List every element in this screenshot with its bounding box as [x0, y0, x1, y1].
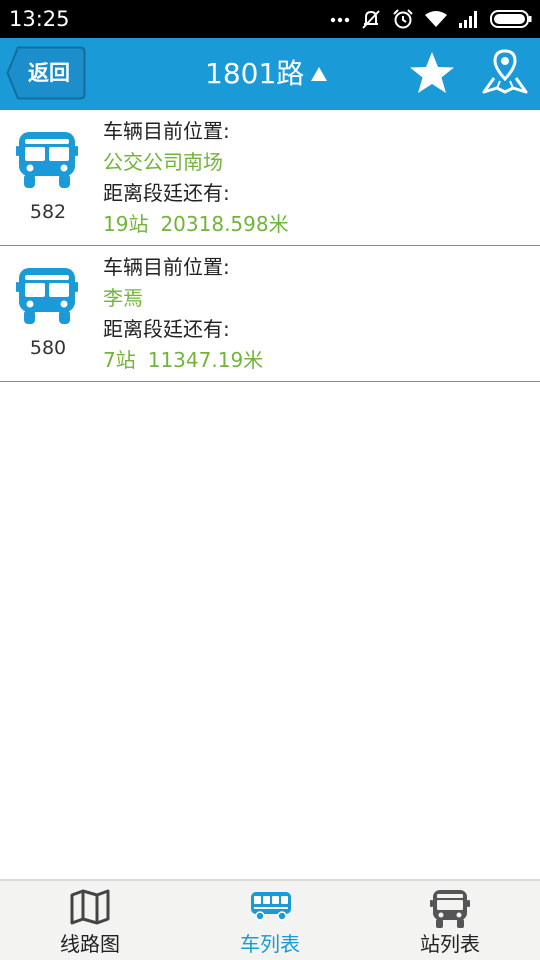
bus-list-item[interactable]: 580 车辆目前位置: 李焉 距离段廷还有: 7站 11347.19米 — [0, 246, 540, 382]
tab-label: 车列表 — [240, 932, 300, 956]
back-button[interactable]: 返回 — [6, 46, 86, 100]
distance-remaining: 11347.19米 — [147, 348, 264, 372]
map-view-button[interactable] — [481, 48, 529, 98]
location-label: 车辆目前位置: — [103, 119, 230, 143]
bus-list: 582 车辆目前位置: 公交公司南场 距离段廷还有: 19站 20318.598米 — [0, 110, 540, 382]
stops-remaining: 19站 — [103, 212, 149, 236]
tab-label: 站列表 — [420, 932, 480, 956]
bus-front-icon — [430, 890, 470, 928]
signal-icon — [459, 11, 477, 28]
bus-info: 车辆目前位置: 李焉 距离段廷还有: 7站 11347.19米 — [103, 252, 263, 376]
mute-icon — [362, 10, 380, 29]
status-icons — [330, 6, 532, 32]
app-screen: 13:25 返回 1801路 582 车辆目前位置: 公交公司南场 距离段廷还有… — [0, 0, 540, 960]
battery-icon — [490, 10, 532, 28]
wifi-icon — [425, 11, 447, 27]
tab-station-list[interactable]: 站列表 — [360, 881, 540, 960]
current-location: 李焉 — [103, 286, 143, 310]
bus-number: 580 — [29, 337, 67, 359]
stops-remaining: 7站 — [103, 348, 136, 372]
route-title[interactable]: 1801路 — [205, 56, 328, 92]
bus-front-icon — [16, 132, 78, 188]
star-icon — [410, 52, 454, 93]
bus-number: 582 — [29, 201, 67, 223]
map-pin-icon — [482, 49, 528, 94]
map-icon — [70, 889, 110, 925]
route-title-text: 1801路 — [205, 57, 305, 90]
distance-info: 7站 11347.19米 — [103, 345, 263, 376]
bus-side-icon — [251, 892, 291, 921]
triangle-up-icon — [311, 67, 328, 81]
current-location: 公交公司南场 — [103, 150, 223, 174]
bus-list-item[interactable]: 582 车辆目前位置: 公交公司南场 距离段廷还有: 19站 20318.598米 — [0, 110, 540, 246]
tab-route-map[interactable]: 线路图 — [0, 881, 180, 960]
location-label: 车辆目前位置: — [103, 255, 230, 279]
tab-label: 线路图 — [60, 932, 120, 956]
header-bar: 返回 1801路 — [0, 38, 540, 110]
bus-front-icon — [16, 268, 78, 324]
distance-remaining: 20318.598米 — [160, 212, 289, 236]
favorite-button[interactable] — [408, 50, 456, 96]
tab-bus-list[interactable]: 车列表 — [180, 881, 360, 960]
bus-info: 车辆目前位置: 公交公司南场 距离段廷还有: 19站 20318.598米 — [103, 116, 289, 240]
status-time: 13:25 — [9, 7, 70, 31]
distance-info: 19站 20318.598米 — [103, 209, 289, 240]
back-label: 返回 — [28, 61, 70, 85]
bottom-tab-bar: 线路图 车列表 站列表 — [0, 879, 540, 960]
alarm-icon — [393, 9, 413, 29]
distance-label: 距离段廷还有: — [103, 317, 230, 341]
distance-label: 距离段廷还有: — [103, 181, 230, 205]
status-bar: 13:25 — [0, 0, 540, 38]
more-dots-icon — [330, 17, 350, 23]
